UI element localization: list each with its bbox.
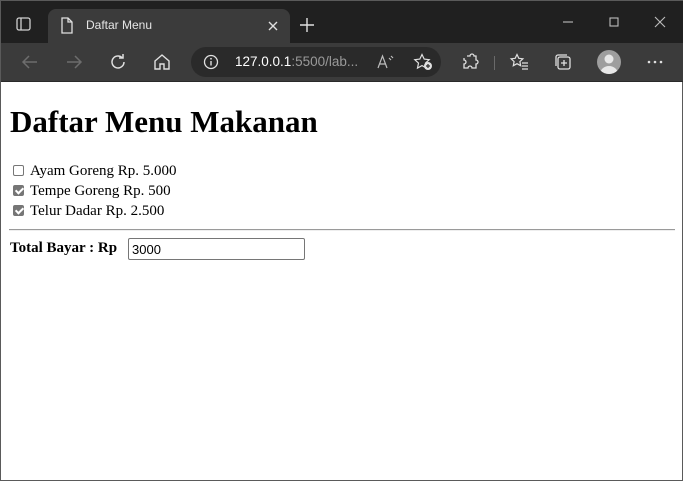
url-path: :5500/lab... — [291, 54, 359, 69]
refresh-icon[interactable] — [108, 52, 128, 72]
read-aloud-icon[interactable] — [377, 54, 395, 70]
favorites-icon[interactable] — [509, 52, 529, 72]
new-tab-icon[interactable] — [299, 17, 315, 33]
page-content: Daftar Menu Makanan Ayam Goreng Rp. 5.00… — [1, 81, 683, 482]
forward-arrow-icon[interactable] — [64, 52, 84, 72]
checkbox-telur-dadar[interactable] — [13, 205, 24, 216]
url-host: 127.0.0.1 — [235, 54, 292, 69]
menu-item-tempe-goreng: Tempe Goreng Rp. 500 — [13, 183, 171, 201]
tab-daftar-menu[interactable]: Daftar Menu — [48, 9, 290, 43]
add-favorite-icon[interactable] — [413, 53, 433, 71]
profile-avatar[interactable] — [597, 50, 621, 74]
toolbar-divider — [494, 56, 495, 70]
extensions-icon[interactable] — [460, 52, 480, 72]
maximize-icon[interactable] — [605, 13, 623, 31]
total-label: Total Bayar : Rp — [10, 240, 118, 256]
menu-item-label: Telur Dadar Rp. 2.500 — [30, 203, 165, 219]
tab-actions-icon[interactable] — [15, 15, 33, 33]
menu-item-telur-dadar: Telur Dadar Rp. 2.500 — [13, 203, 164, 221]
total-input[interactable] — [128, 238, 305, 260]
menu-item-ayam-goreng: Ayam Goreng Rp. 5.000 — [13, 163, 177, 181]
more-options-icon[interactable] — [645, 52, 665, 72]
tab-title: Daftar Menu — [86, 18, 153, 32]
collections-icon[interactable] — [553, 52, 573, 72]
checkbox-tempe-goreng[interactable] — [13, 185, 24, 196]
tab-bar: Daftar Menu — [1, 1, 683, 43]
checkbox-ayam-goreng[interactable] — [13, 165, 24, 176]
minimize-icon[interactable] — [559, 13, 577, 31]
close-window-icon[interactable] — [651, 13, 669, 31]
close-tab-icon[interactable] — [266, 19, 280, 33]
browser-window: Daftar Menu 127.0.0.1:5500/lab... Daftar… — [0, 0, 683, 481]
home-icon[interactable] — [152, 52, 172, 72]
page-icon — [60, 17, 74, 34]
navigation-toolbar: 127.0.0.1:5500/lab... — [1, 43, 683, 82]
info-icon[interactable] — [203, 54, 219, 70]
url-text[interactable]: 127.0.0.1:5500/lab... — [235, 54, 358, 69]
page-title: Daftar Menu Makanan — [10, 104, 318, 139]
address-bar[interactable]: 127.0.0.1:5500/lab... — [191, 47, 441, 77]
menu-item-label: Ayam Goreng Rp. 5.000 — [30, 163, 177, 179]
menu-item-label: Tempe Goreng Rp. 500 — [30, 183, 171, 199]
back-arrow-icon[interactable] — [20, 52, 40, 72]
horizontal-divider — [9, 229, 675, 231]
